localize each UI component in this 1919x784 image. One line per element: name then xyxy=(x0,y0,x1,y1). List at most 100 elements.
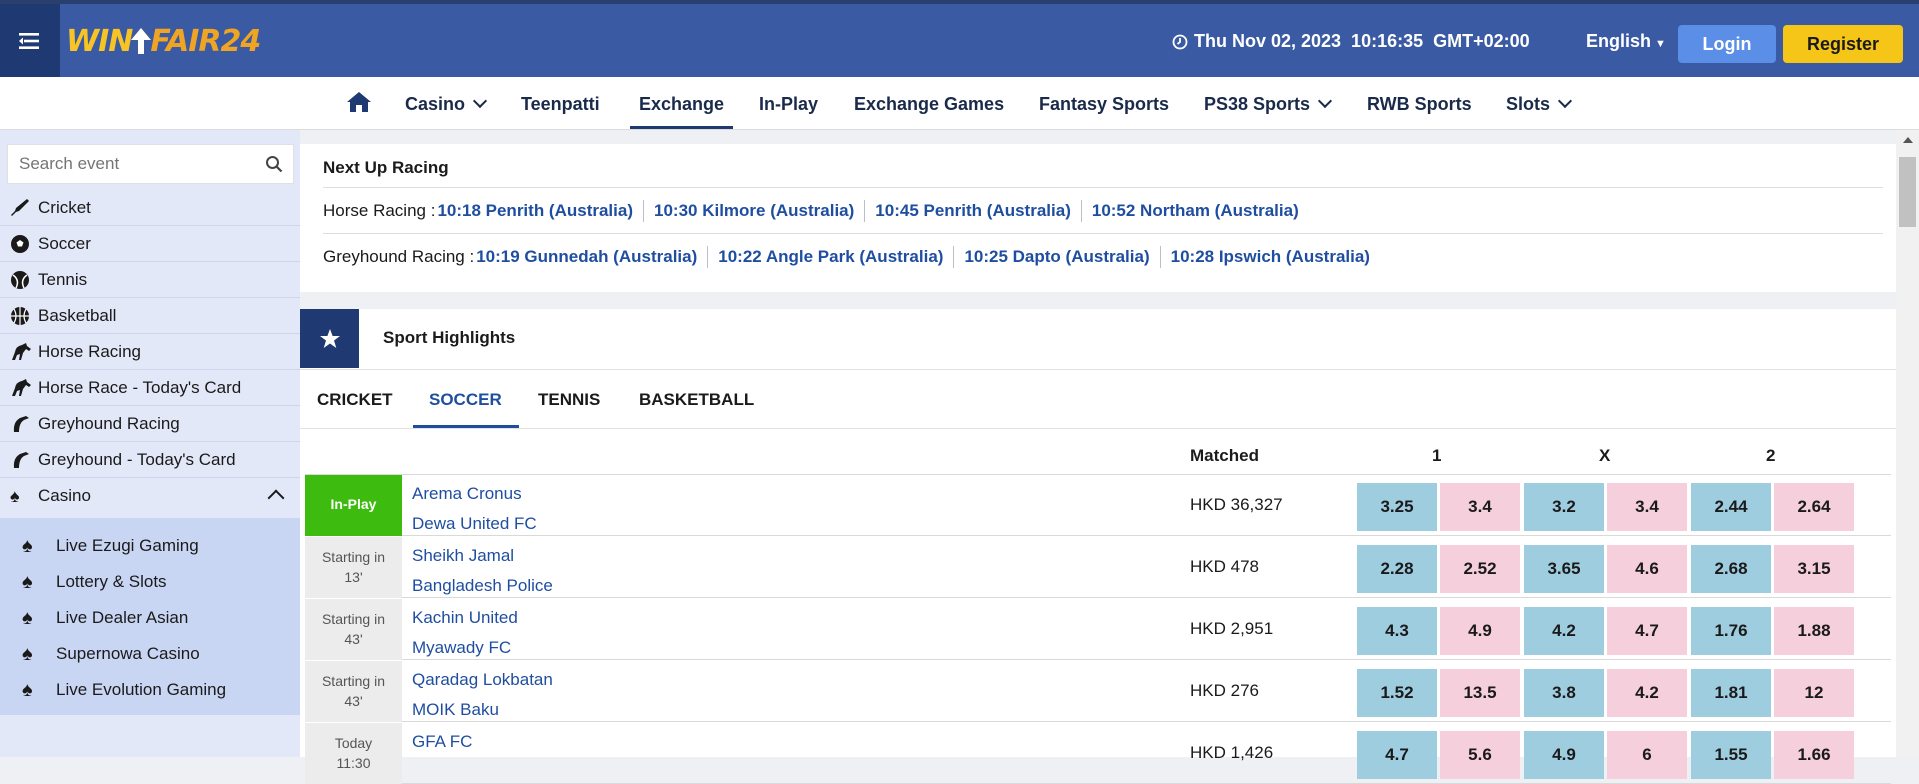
status-badge: Starting in 13' xyxy=(305,537,402,598)
nav-item-exchange-games[interactable]: Exchange Games xyxy=(854,94,1004,115)
lay-odds-button[interactable]: 2.64 xyxy=(1774,483,1854,531)
race-link[interactable]: 10:22 Angle Park (Australia) xyxy=(708,245,955,268)
tab-basketball[interactable]: BASKETBALL xyxy=(639,390,754,410)
lay-odds-button[interactable]: 3.4 xyxy=(1607,483,1687,531)
lay-odds-button[interactable]: 4.2 xyxy=(1607,669,1687,717)
race-link[interactable]: 10:45 Penrith (Australia) xyxy=(865,199,1082,222)
chevron-up-icon[interactable] xyxy=(267,489,285,507)
language-selector[interactable]: English ▼ xyxy=(1586,31,1666,52)
race-link[interactable]: 10:28 Ipswich (Australia) xyxy=(1161,246,1380,268)
race-link[interactable]: 10:18 Penrith (Australia) xyxy=(435,199,644,222)
lay-odds-button[interactable]: 1.88 xyxy=(1774,607,1854,655)
sidebar-item-horse-race-todays-card[interactable]: Horse Race - Today's Card xyxy=(0,370,300,406)
nav-item-fantasy-sports[interactable]: Fantasy Sports xyxy=(1039,94,1169,115)
back-odds-button[interactable]: 2.68 xyxy=(1691,545,1771,593)
greyhound-icon xyxy=(10,450,38,470)
lay-odds-button[interactable]: 3.15 xyxy=(1774,545,1854,593)
team-name[interactable]: Sheikh Jamal xyxy=(412,541,553,571)
back-odds-button[interactable]: 4.9 xyxy=(1524,731,1604,779)
home-icon[interactable] xyxy=(346,91,372,113)
lay-odds-button[interactable]: 4.9 xyxy=(1440,607,1520,655)
casino-sub-item[interactable]: ♠ Lottery & Slots xyxy=(22,564,167,600)
casino-sub-item[interactable]: ♠ Supernowa Casino xyxy=(22,636,200,672)
lay-odds-button[interactable]: 12 xyxy=(1774,669,1854,717)
scroll-up-arrow-icon[interactable] xyxy=(1903,137,1913,143)
lay-odds-button[interactable]: 5.6 xyxy=(1440,731,1520,779)
casino-sub-item[interactable]: ♠ Live Dealer Asian xyxy=(22,600,188,636)
sidebar-item-cricket[interactable]: Cricket xyxy=(0,190,300,226)
casino-sub-item[interactable]: ♠ Live Ezugi Gaming xyxy=(22,528,199,564)
race-link[interactable]: 10:25 Dapto (Australia) xyxy=(954,245,1161,268)
sidebar-item-soccer[interactable]: Soccer xyxy=(0,226,300,262)
lay-odds-button[interactable]: 4.7 xyxy=(1607,607,1687,655)
race-link[interactable]: 10:19 Gunnedah (Australia) xyxy=(474,245,709,268)
back-odds-button[interactable]: 1.81 xyxy=(1691,669,1771,717)
back-odds-button[interactable]: 2.44 xyxy=(1691,483,1771,531)
lay-odds-button[interactable]: 6 xyxy=(1607,731,1687,779)
lay-odds-button[interactable]: 2.52 xyxy=(1440,545,1520,593)
back-odds-button[interactable]: 4.7 xyxy=(1357,731,1437,779)
back-odds-button[interactable]: 3.2 xyxy=(1524,483,1604,531)
team-name[interactable]: Bangladesh Police xyxy=(412,571,553,601)
back-odds-button[interactable]: 3.65 xyxy=(1524,545,1604,593)
sidebar-item-horse-racing[interactable]: Horse Racing xyxy=(0,334,300,370)
page-scrollbar[interactable] xyxy=(1896,130,1919,757)
back-odds-button[interactable]: 3.25 xyxy=(1357,483,1437,531)
nav-item-in-play[interactable]: In-Play xyxy=(759,94,818,115)
status-badge: Starting in 43' xyxy=(305,599,402,660)
search-input[interactable] xyxy=(8,145,248,183)
back-odds-button[interactable]: 2.28 xyxy=(1357,545,1437,593)
soccer-ball-icon xyxy=(10,234,38,254)
tennis-ball-icon xyxy=(10,270,38,290)
team-name[interactable]: Kachin United xyxy=(412,603,518,633)
tab-soccer[interactable]: SOCCER xyxy=(429,390,502,410)
register-button[interactable]: Register xyxy=(1783,25,1903,63)
team-name[interactable]: Dewa United FC xyxy=(412,509,537,539)
search-icon[interactable] xyxy=(265,155,283,173)
status-line: 43' xyxy=(344,693,363,709)
sidebar-item-greyhound-todays-card[interactable]: Greyhound - Today's Card xyxy=(0,442,300,478)
nav-item-teenpatti[interactable]: Teenpatti xyxy=(521,94,600,115)
sidebar-item-basketball[interactable]: Basketball xyxy=(0,298,300,334)
match-teams[interactable]: Arema Cronus Dewa United FC xyxy=(412,479,537,539)
tab-tennis[interactable]: TENNIS xyxy=(538,390,600,410)
nav-item-rwb-sports[interactable]: RWB Sports xyxy=(1367,94,1472,115)
race-link[interactable]: 10:52 Northam (Australia) xyxy=(1082,200,1309,222)
lay-odds-button[interactable]: 4.6 xyxy=(1607,545,1687,593)
nav-item-ps38-sports[interactable]: PS38 Sports xyxy=(1204,93,1333,115)
login-button[interactable]: Login xyxy=(1678,25,1776,63)
match-teams[interactable]: GFA FC xyxy=(412,727,472,757)
match-teams[interactable]: Qaradag Lokbatan MOIK Baku xyxy=(412,665,553,725)
lay-odds-button[interactable]: 13.5 xyxy=(1440,669,1520,717)
sidebar-item-tennis[interactable]: Tennis xyxy=(0,262,300,298)
back-odds-button[interactable]: 4.3 xyxy=(1357,607,1437,655)
sidebar-item-greyhound-racing[interactable]: Greyhound Racing xyxy=(0,406,300,442)
team-name[interactable]: Myawady FC xyxy=(412,633,518,663)
back-odds-button[interactable]: 4.2 xyxy=(1524,607,1604,655)
match-teams[interactable]: Sheikh Jamal Bangladesh Police xyxy=(412,541,553,601)
race-link[interactable]: 10:30 Kilmore (Australia) xyxy=(644,199,866,222)
lay-odds-button[interactable]: 3.4 xyxy=(1440,483,1520,531)
tab-cricket[interactable]: CRICKET xyxy=(317,390,393,410)
nav-item-slots[interactable]: Slots xyxy=(1506,93,1573,115)
back-odds-button[interactable]: 3.8 xyxy=(1524,669,1604,717)
team-name[interactable]: Arema Cronus xyxy=(412,479,537,509)
star-badge xyxy=(300,309,359,368)
scrollbar-thumb[interactable] xyxy=(1899,157,1916,227)
sidebar-item-casino[interactable]: ♠ Casino xyxy=(0,478,300,514)
site-logo[interactable]: WIN FAIR24 xyxy=(66,23,261,59)
team-name[interactable]: Qaradag Lokbatan xyxy=(412,665,553,695)
greyhound-racing-row: Greyhound Racing : 10:19 Gunnedah (Austr… xyxy=(323,234,1883,279)
match-teams[interactable]: Kachin United Myawady FC xyxy=(412,603,518,663)
nav-item-exchange[interactable]: Exchange xyxy=(639,94,724,115)
casino-sub-item[interactable]: ♠ Live Evolution Gaming xyxy=(22,672,226,708)
back-odds-button[interactable]: 1.76 xyxy=(1691,607,1771,655)
team-name[interactable]: MOIK Baku xyxy=(412,695,553,725)
back-odds-button[interactable]: 1.55 xyxy=(1691,731,1771,779)
menu-toggle-button[interactable] xyxy=(0,4,60,77)
back-odds-button[interactable]: 1.52 xyxy=(1357,669,1437,717)
status-line: Starting in xyxy=(321,611,386,627)
nav-item-casino[interactable]: Casino xyxy=(405,93,488,115)
lay-odds-button[interactable]: 1.66 xyxy=(1774,731,1854,779)
team-name[interactable]: GFA FC xyxy=(412,727,472,757)
